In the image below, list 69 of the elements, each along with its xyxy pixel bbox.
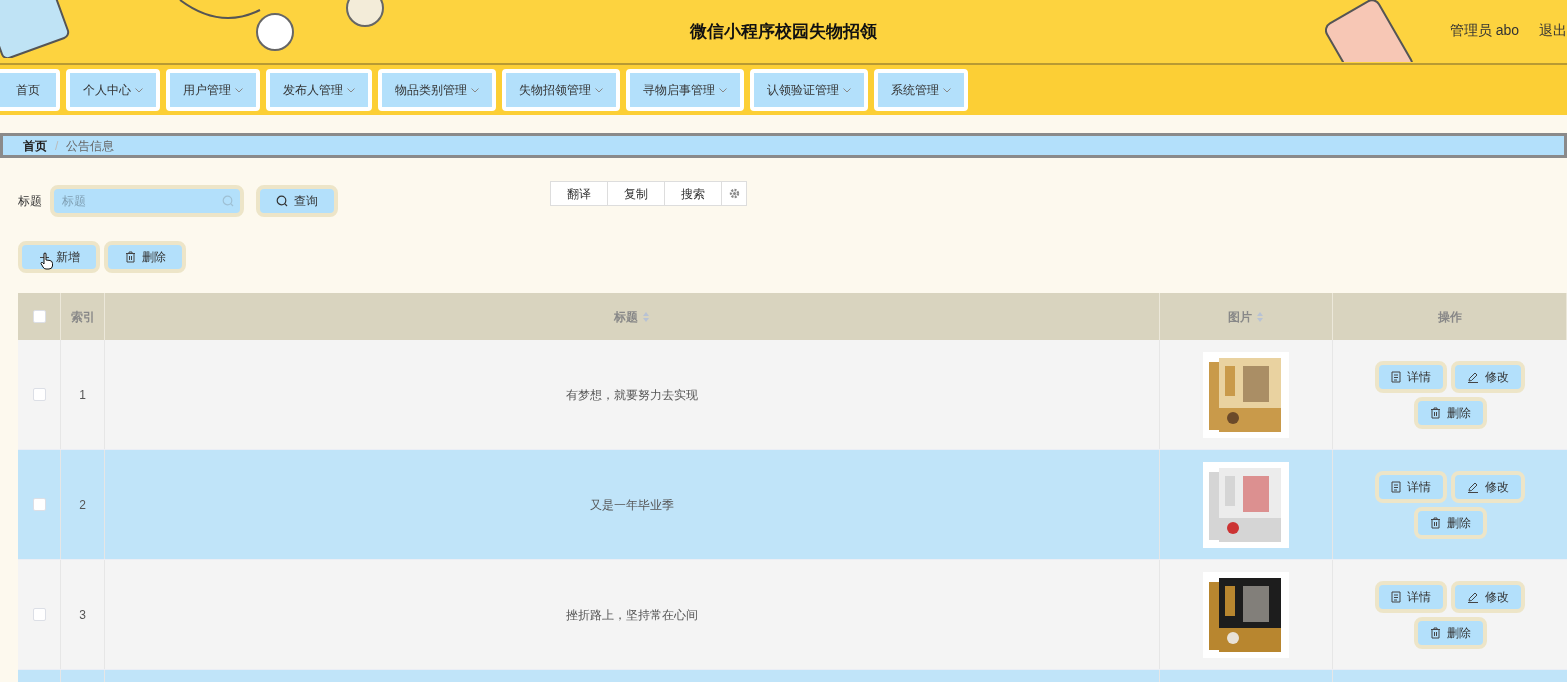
hand-cursor-icon [40,252,54,270]
trash-icon [124,251,136,263]
query-button[interactable]: 查询 [256,185,338,217]
column-header: 标题 [614,308,638,326]
nav-menu-item[interactable]: 首页 [0,69,60,111]
chevron-down-icon [595,87,603,93]
title-cell-text: 挫折路上，坚持常在心间 [566,606,698,624]
index-cell-text: 2 [79,496,86,514]
chevron-down-icon [843,87,851,93]
nav-menu-item[interactable]: 发布人管理 [266,69,372,111]
toolbar-button[interactable]: 复制 [608,182,665,205]
app-title: 微信小程序校园失物招领 [690,20,877,43]
search-icon [222,195,234,207]
nav-menu-item[interactable]: 物品类别管理 [378,69,496,111]
chevron-down-icon [235,87,243,93]
toolbar-button[interactable]: 搜索 [665,182,722,205]
nav-menu-item[interactable]: 用户管理 [166,69,260,111]
index-cell-text: 1 [79,386,86,404]
detail-button[interactable]: 详情 [1375,470,1447,503]
title-cell-text: 有梦想，就要努力去实现 [566,386,698,404]
nav-menu-item[interactable]: 失物招领管理 [502,69,620,111]
trash-icon [1429,516,1441,529]
chevron-down-icon [471,87,479,93]
pencil-icon [1467,590,1479,603]
document-icon [1391,370,1401,383]
trash-icon [1429,626,1441,639]
chevron-down-icon [943,87,951,93]
search-label: 标题 [18,193,42,210]
select-all-checkbox[interactable] [32,310,46,323]
nav-menu-item[interactable]: 个人中心 [66,69,160,111]
add-button[interactable]: 新增 [18,241,100,273]
row-checkbox[interactable] [32,498,46,511]
search-icon [276,195,288,207]
pencil-icon [1467,480,1479,493]
delete-button[interactable]: 删除 [104,241,186,273]
index-cell-text: 3 [79,606,86,624]
document-icon [1391,590,1401,603]
detail-button[interactable]: 详情 [1375,360,1447,393]
edit-button[interactable]: 修改 [1451,360,1525,393]
edit-button[interactable]: 修改 [1451,470,1525,503]
column-header: 操作 [1437,308,1462,326]
row-checkbox[interactable] [32,608,46,621]
detail-button[interactable]: 详情 [1375,580,1447,613]
breadcrumb-item: 公告信息 [66,137,115,155]
user-label: 管理员 abo [1449,21,1519,40]
column-header: 索引 [70,308,95,326]
toolbar-button[interactable]: 翻译 [551,182,608,205]
logout-link[interactable]: 退出 [1539,20,1567,41]
pencil-icon [1467,370,1479,383]
chevron-down-icon [347,87,355,93]
chevron-down-icon [135,87,143,93]
document-icon [1391,480,1401,493]
column-header: 图片 [1228,308,1252,326]
search-field[interactable]: 标题 [50,185,244,217]
sort-icon[interactable] [1256,310,1264,323]
breadcrumb-separator: / [55,137,59,155]
nav-menu-item[interactable]: 认领验证管理 [750,69,868,111]
nav-menu-item[interactable]: 系统管理 [874,69,968,111]
trash-icon [1429,406,1441,419]
delete-button[interactable]: 删除 [1413,396,1487,429]
delete-button[interactable]: 删除 [1413,616,1487,649]
edit-button[interactable]: 修改 [1451,580,1525,613]
chevron-down-icon [719,87,727,93]
delete-button[interactable]: 删除 [1413,506,1487,539]
breadcrumb-item[interactable]: 首页 [23,136,47,155]
title-cell-text: 又是一年毕业季 [590,496,674,514]
sort-icon[interactable] [642,310,650,323]
nav-menu-item[interactable]: 寻物启事管理 [626,69,744,111]
row-checkbox[interactable] [32,388,46,401]
